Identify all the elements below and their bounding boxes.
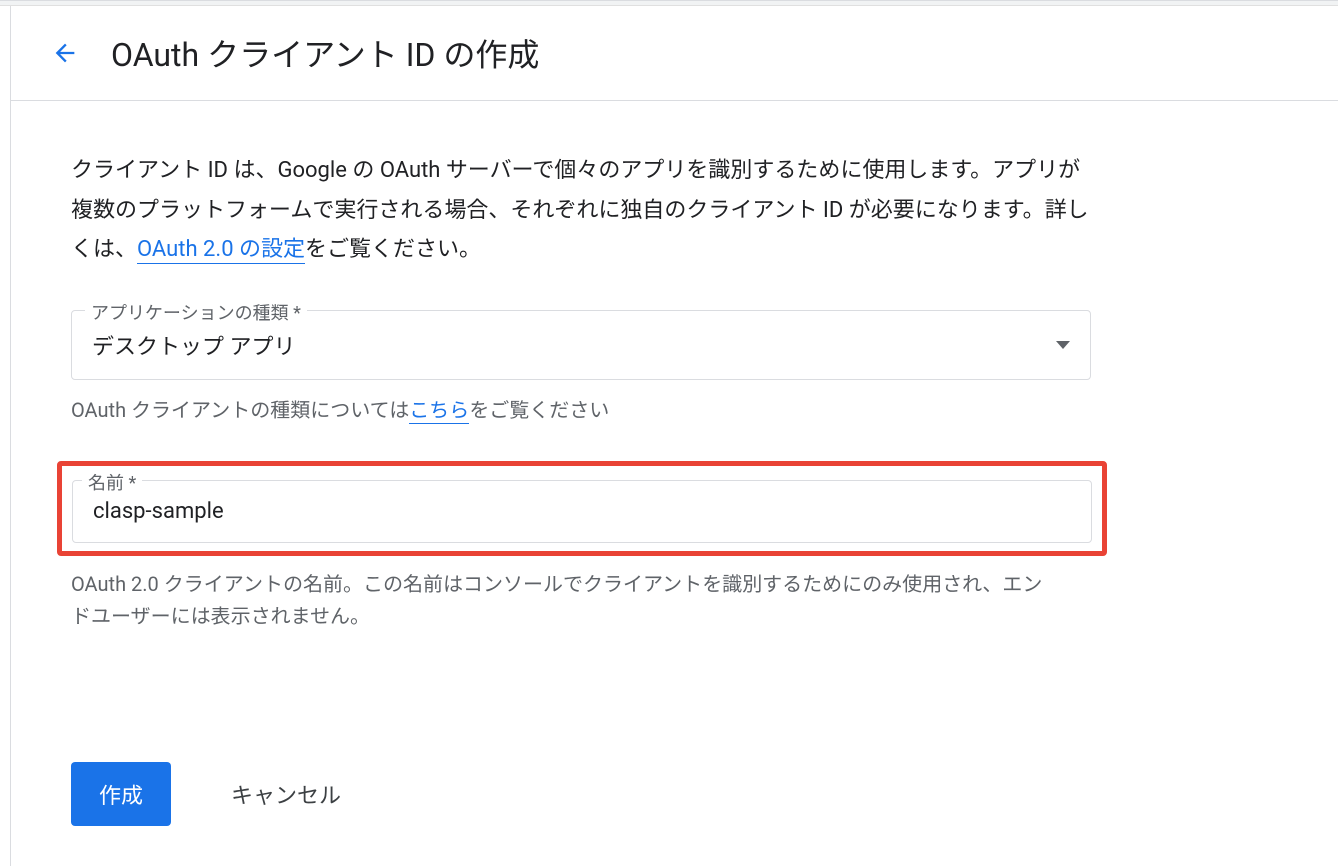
description-part2: をご覧ください。 bbox=[305, 237, 481, 262]
app-type-value: デスクトップ アプリ bbox=[92, 329, 295, 361]
name-label: 名前 * bbox=[82, 469, 142, 495]
page-title: OAuth クライアント ID の作成 bbox=[111, 30, 539, 76]
chevron-down-icon bbox=[1056, 341, 1070, 349]
name-helper: OAuth 2.0 クライアントの名前。この名前はコンソールでクライアントを識別… bbox=[71, 568, 1051, 632]
create-button[interactable]: 作成 bbox=[71, 762, 171, 826]
cancel-button[interactable]: キャンセル bbox=[211, 762, 361, 826]
app-type-label: アプリケーションの種類 * bbox=[85, 299, 307, 325]
main-content: クライアント ID は、Google の OAuth サーバーで個々のアプリを識… bbox=[10, 101, 1338, 866]
app-type-helper-part2: をご覧ください bbox=[469, 398, 609, 422]
app-type-group: アプリケーションの種類 * デスクトップ アプリ bbox=[71, 310, 1278, 380]
name-input-wrapper bbox=[72, 480, 1092, 543]
app-type-helper-link[interactable]: こちら bbox=[409, 398, 469, 424]
back-button[interactable] bbox=[51, 39, 79, 67]
app-type-helper: OAuth クライアントの種類についてはこちらをご覧ください bbox=[71, 394, 1278, 426]
page-header: OAuth クライアント ID の作成 bbox=[10, 6, 1338, 101]
button-row: 作成 キャンセル bbox=[71, 762, 1278, 826]
app-type-helper-part1: OAuth クライアントの種類については bbox=[71, 398, 409, 422]
description-text: クライアント ID は、Google の OAuth サーバーで個々のアプリを識… bbox=[71, 151, 1091, 270]
oauth-setup-link[interactable]: OAuth 2.0 の設定 bbox=[137, 237, 305, 264]
name-highlight-box: 名前 * bbox=[57, 461, 1107, 556]
name-input[interactable] bbox=[93, 499, 1071, 524]
arrow-left-icon bbox=[51, 39, 79, 67]
name-group: 名前 * bbox=[68, 480, 1096, 543]
